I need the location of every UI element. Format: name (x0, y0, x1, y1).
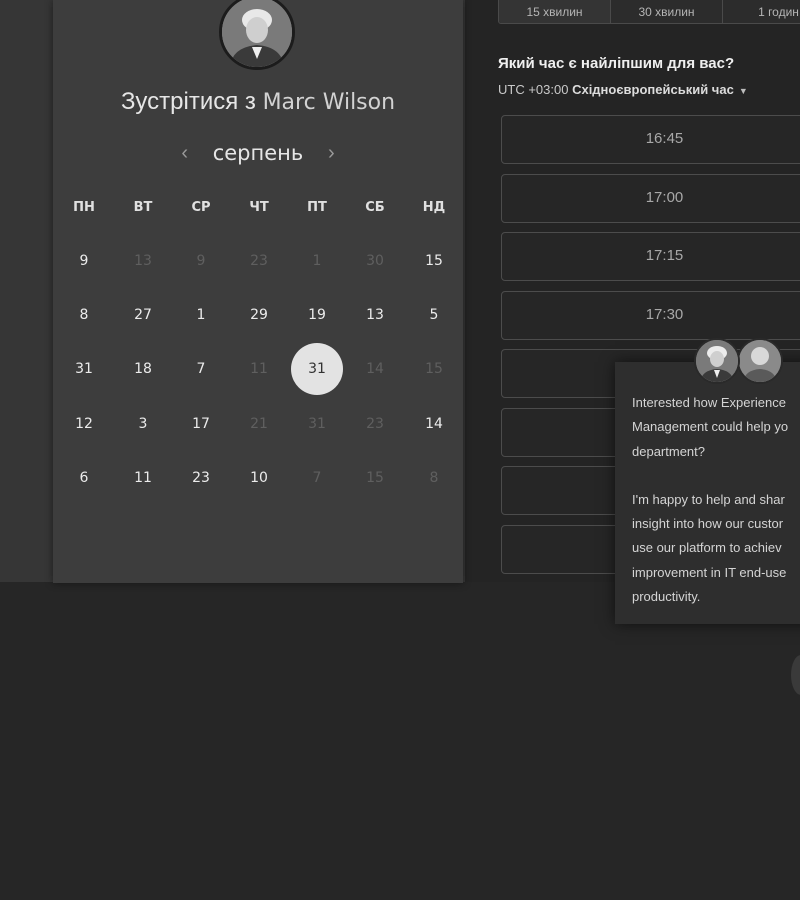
chevron-right-icon[interactable]: › (321, 142, 341, 165)
calendar-day[interactable]: 15 (408, 235, 460, 287)
tab-15-minutes[interactable]: 15 хвилин (499, 0, 611, 23)
calendar-day: 9 (196, 253, 206, 269)
title-prefix: Зустрітися з (120, 88, 256, 115)
calendar-day[interactable]: 18 (117, 343, 169, 395)
calendar-day: 1 (312, 253, 322, 269)
calendar-day[interactable]: 17 (175, 398, 227, 450)
calendar-day[interactable]: 7 (175, 343, 227, 395)
chat-line: productivity. (632, 589, 701, 605)
chat-launcher-button[interactable] (791, 655, 800, 695)
chat-line: improvement in IT end-use (632, 564, 787, 580)
duration-tabs: 15 хвилин 30 хвилин 1 годин (498, 0, 800, 24)
calendar-day[interactable]: 1 (175, 289, 227, 341)
calendar-day[interactable]: 13 (349, 289, 401, 341)
weekday-header: СБ (365, 199, 385, 215)
host-name: Marc Wilson (262, 90, 396, 115)
weekday-header: ПТ (307, 199, 327, 215)
booking-title: Зустрітися з Marc Wilson (53, 88, 463, 116)
calendar-day[interactable]: 9 (58, 235, 110, 287)
caret-down-icon: ▼ (738, 86, 748, 96)
time-slot-label: 17:15 (645, 247, 684, 264)
calendar-day: 23 (250, 253, 268, 269)
time-slot-label: 16:45 (645, 130, 684, 147)
calendar-day: 30 (366, 253, 384, 269)
calendar-day: 14 (366, 361, 384, 377)
chat-host-avatar[interactable] (694, 338, 740, 384)
chat-message: Interested how Experience Management cou… (632, 391, 800, 609)
calendar-day[interactable]: 14 (408, 398, 460, 450)
chevron-left-icon[interactable]: ‹ (175, 142, 195, 165)
calendar-day-selected[interactable]: 31 (291, 343, 343, 395)
chat-line: use our platform to achiev (632, 540, 782, 556)
chat-paragraph-1: Interested how Experience Management cou… (632, 391, 800, 464)
calendar-day[interactable]: 5 (408, 289, 460, 341)
calendar-day[interactable]: 10 (233, 452, 285, 504)
time-slot-label: 17:30 (645, 306, 684, 323)
chat-line: I'm happy to help and shar (632, 491, 785, 507)
calendar-day: 7 (312, 470, 322, 486)
time-question: Який час є найліпшим для вас? (498, 55, 735, 72)
month-navigator: ‹ серпень › (53, 138, 463, 168)
chat-line: insight into how our custor (632, 516, 784, 532)
calendar-day: 21 (250, 416, 268, 432)
calendar-day[interactable]: 8 (58, 289, 110, 341)
tab-1-hour[interactable]: 1 годин (723, 0, 800, 23)
chat-line: department? (632, 443, 705, 459)
calendar-day[interactable]: 12 (58, 398, 110, 450)
calendar-day[interactable]: 6 (58, 452, 110, 504)
chat-line: Interested how Experience (632, 395, 786, 410)
weekday-header: СР (191, 199, 211, 215)
timezone-name: Східноєвропейський час (572, 82, 734, 97)
calendar-day[interactable]: 3 (117, 398, 169, 450)
chat-paragraph-2: I'm happy to help and shar insight into … (632, 488, 800, 609)
calendar-day: 23 (366, 416, 384, 432)
weekday-header: НД (422, 199, 446, 215)
calendar-day: 8 (429, 470, 439, 486)
calendar-day: 15 (366, 470, 384, 486)
weekday-header: ВТ (133, 199, 153, 215)
calendar-day[interactable]: 31 (58, 343, 110, 395)
calendar-day: 13 (134, 253, 152, 269)
timezone-selector[interactable]: UTC +03:00 Східноєвропейський час ▼ (498, 82, 748, 97)
calendar-day[interactable]: 11 (117, 452, 169, 504)
calendar-day[interactable]: 27 (117, 289, 169, 341)
time-slot-label: 17:00 (645, 189, 684, 206)
calendar-day: 31 (308, 416, 326, 432)
calendar-day[interactable]: 19 (291, 289, 343, 341)
chat-line: Management could help yo (632, 419, 789, 435)
calendar-day[interactable]: 29 (233, 289, 285, 341)
timezone-offset: UTC +03:00 (498, 82, 569, 97)
weekday-header: ПН (73, 199, 95, 215)
calendar-day: 15 (425, 361, 443, 377)
weekday-header: ЧТ (249, 199, 269, 215)
chat-agent-avatar[interactable] (737, 338, 783, 384)
tab-30-minutes[interactable]: 30 хвилин (611, 0, 723, 23)
month-label: серпень (212, 141, 304, 165)
calendar-day: 11 (250, 361, 268, 377)
calendar-day[interactable]: 23 (175, 452, 227, 504)
